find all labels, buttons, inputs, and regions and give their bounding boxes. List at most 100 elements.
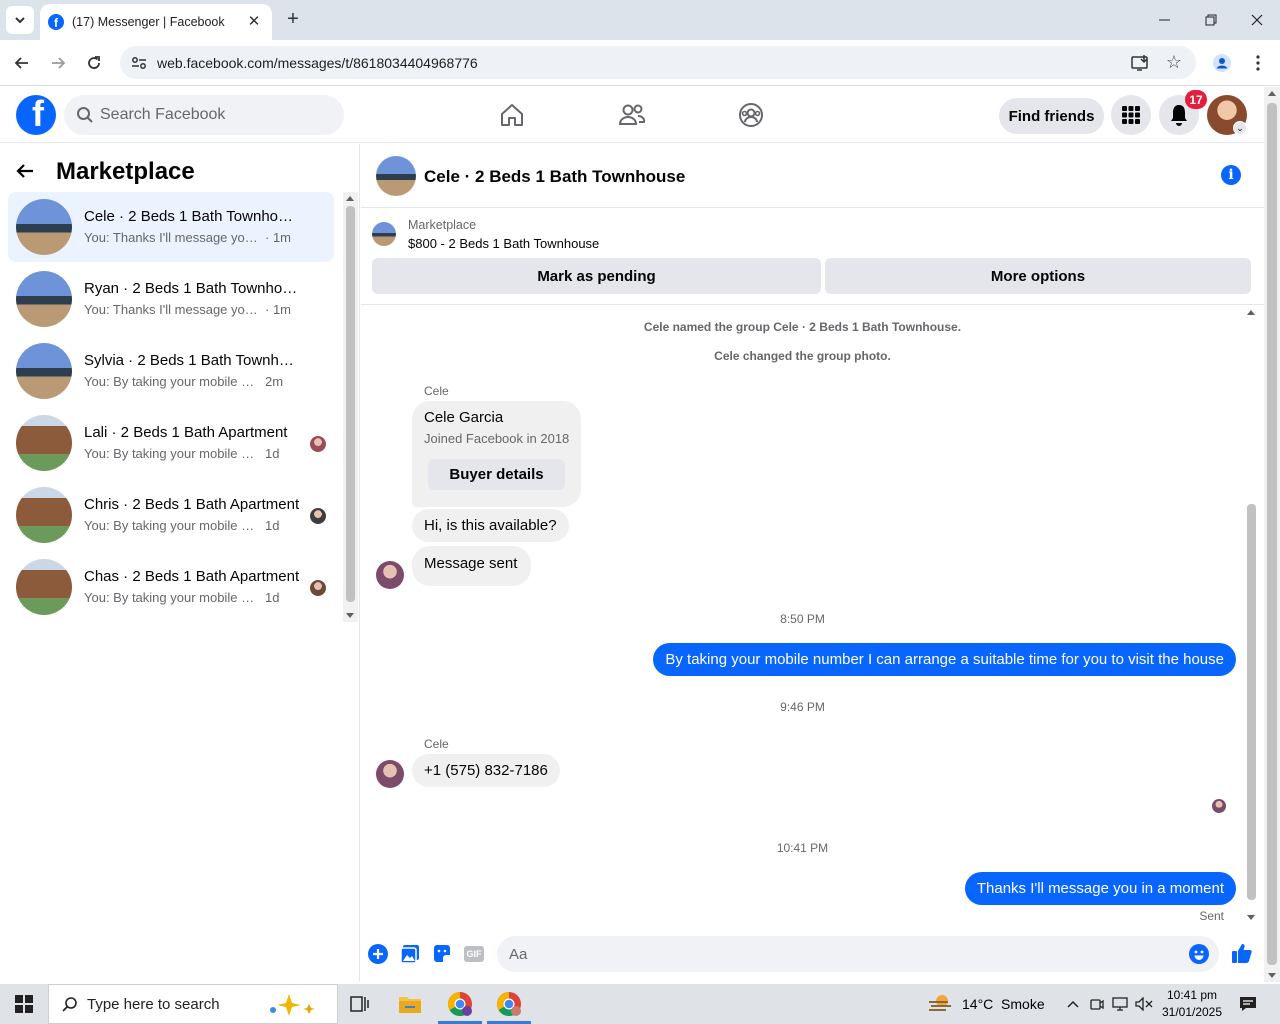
message-input[interactable] (509, 936, 1169, 972)
scroll-up-arrow-icon[interactable] (346, 196, 354, 201)
page-scrollbar[interactable] (1264, 87, 1280, 982)
profile-icon[interactable] (1208, 49, 1236, 77)
forward-arrow-icon[interactable] (44, 49, 72, 77)
friends-icon[interactable] (616, 99, 648, 131)
sender-avatar[interactable] (376, 760, 404, 788)
scroll-up-arrow-icon[interactable] (1268, 91, 1276, 96)
facebook-search[interactable] (64, 95, 344, 135)
conversation-item[interactable]: Ryan · 2 Beds 1 Bath Townhouse You: Thank… (8, 264, 334, 334)
browser-menu-icon[interactable] (1244, 49, 1272, 77)
network-icon[interactable] (1110, 984, 1130, 1024)
plus-circle-icon[interactable] (368, 944, 388, 964)
outgoing-message[interactable]: Thanks I'll message you in a moment (964, 872, 1236, 905)
find-friends-button[interactable]: Find friends (999, 98, 1104, 134)
scroll-down-arrow-icon[interactable] (1268, 973, 1276, 978)
incoming-message[interactable]: Hi, is this available? (412, 509, 569, 542)
conversation-item[interactable]: Cele · 2 Beds 1 Bath Townhouse You: Thank… (8, 192, 334, 262)
reload-icon[interactable] (80, 49, 108, 77)
chat-title[interactable]: Cele · 2 Beds 1 Bath Townhouse (424, 167, 685, 187)
timestamp: 9:46 PM (780, 700, 825, 714)
chrome-profile-2-icon[interactable] (485, 984, 533, 1024)
photo-attach-icon[interactable] (400, 944, 420, 964)
account-chevron-down-icon[interactable]: ⌄ (1233, 121, 1247, 135)
message-input-container (497, 936, 1219, 972)
taskbar-search[interactable] (48, 984, 338, 1024)
address-bar[interactable]: web.facebook.com/messages/t/861803440496… (120, 46, 1196, 79)
browser-tab-messenger[interactable]: f (17) Messenger | Facebook ✕ (40, 4, 272, 40)
conversation-time: 1d (265, 590, 280, 605)
listing-thumbnail[interactable] (372, 222, 396, 246)
gif-icon[interactable]: GIF (464, 944, 484, 964)
home-icon[interactable] (496, 99, 528, 131)
close-tab-icon[interactable]: ✕ (246, 14, 262, 30)
search-highlight-sparkle-icon (265, 992, 325, 1018)
weather-text: 14°C Smoke (962, 996, 1045, 1012)
close-window-icon[interactable] (1234, 0, 1280, 40)
scroll-down-arrow-icon[interactable] (1247, 915, 1255, 920)
conversation-snippet: You: Thanks I'll message you in a moment (84, 230, 259, 245)
mark-as-pending-button[interactable]: Mark as pending (372, 258, 821, 294)
timestamp: 10:41 PM (776, 841, 829, 855)
conversation-snippet: You: Thanks I'll message you in a moment (84, 302, 259, 317)
sender-name: Cele (424, 737, 449, 751)
windows-start-icon[interactable] (0, 984, 48, 1024)
outgoing-message[interactable]: By taking your mobile number I can arran… (653, 643, 1236, 676)
incoming-message[interactable]: Message sent (412, 546, 532, 586)
notification-count-badge: 17 (1185, 90, 1207, 109)
site-info-icon[interactable] (130, 54, 148, 72)
scroll-down-arrow-icon[interactable] (346, 613, 354, 618)
conversation-item[interactable]: Sylvia · 2 Beds 1 Bath Townhouse You: By … (8, 336, 334, 406)
message-thread-scrollbar[interactable] (1244, 306, 1259, 924)
chrome-profile-1-icon[interactable] (436, 984, 484, 1024)
sender-avatar[interactable] (376, 561, 404, 589)
thumbs-up-like-icon[interactable] (1231, 942, 1253, 964)
sticker-icon[interactable] (432, 944, 452, 964)
buyer-details-button[interactable]: Buyer details (428, 459, 565, 490)
bookmark-star-icon[interactable]: ☆ (1166, 52, 1182, 73)
back-arrow-icon[interactable] (8, 49, 36, 77)
scrollbar-thumb[interactable] (1247, 504, 1256, 900)
emoji-icon[interactable] (1189, 944, 1209, 964)
info-icon[interactable]: i (1221, 165, 1241, 185)
menu-grid-icon[interactable] (1111, 95, 1151, 135)
facebook-search-input[interactable] (100, 95, 330, 135)
group-photo-avatar[interactable] (376, 156, 416, 196)
volume-muted-icon[interactable] (1134, 984, 1154, 1024)
show-hidden-icons-chevron-up-icon[interactable] (1062, 984, 1084, 1024)
scroll-up-arrow-icon[interactable] (1247, 310, 1255, 315)
panel-title: Marketplace (56, 158, 195, 185)
notification-center-icon[interactable] (1234, 984, 1262, 1024)
meet-now-icon[interactable] (1088, 984, 1106, 1024)
search-icon (76, 106, 94, 124)
more-options-button[interactable]: More options (825, 258, 1251, 294)
task-view-icon[interactable] (336, 984, 384, 1024)
read-receipt-avatar (310, 436, 326, 452)
marketplace-listing-banner: Marketplace $800 - 2 Beds 1 Bath Townhou… (361, 209, 1264, 305)
taskbar-search-input[interactable] (87, 985, 277, 1023)
conversation-list-scrollbar[interactable] (343, 192, 358, 622)
conversation-snippet-row: You: By taking your mobile number I can … (84, 446, 279, 461)
conversation-list-panel: Marketplace Cele · 2 Beds 1 Bath Townhou… (0, 144, 360, 982)
back-arrow-icon[interactable] (16, 159, 48, 185)
tab-list-chevron-icon[interactable] (6, 6, 34, 34)
groups-icon[interactable] (735, 99, 767, 131)
incoming-message[interactable]: +1 (575) 832-7186 (412, 754, 560, 787)
minimize-window-icon[interactable] (1142, 0, 1188, 40)
facebook-logo-icon[interactable]: f (16, 95, 56, 135)
install-app-icon[interactable] (1130, 53, 1150, 73)
conversation-item[interactable]: Lali · 2 Beds 1 Bath Apartment You: By ta… (8, 408, 334, 478)
conversation-name: Sylvia · 2 Beds 1 Bath Townhouse (84, 352, 300, 369)
weather-widget[interactable]: 14°C Smoke (928, 984, 1045, 1024)
listing-price-title[interactable]: $800 - 2 Beds 1 Bath Townhouse (408, 236, 599, 251)
restore-window-icon[interactable] (1188, 0, 1234, 40)
new-tab-plus-icon[interactable]: + (282, 8, 304, 30)
message-status: Sent (1199, 909, 1224, 923)
scrollbar-thumb[interactable] (1267, 103, 1277, 965)
conversation-time: · 1m (265, 230, 291, 245)
clock-time: 10:41 pm (1166, 988, 1218, 1002)
file-explorer-icon[interactable] (386, 984, 434, 1024)
conversation-item[interactable]: Chas · 2 Beds 1 Bath Apartment You: By ta… (8, 552, 334, 622)
scrollbar-thumb[interactable] (346, 206, 355, 602)
conversation-item[interactable]: Chris · 2 Beds 1 Bath Apartment You: By t… (8, 480, 334, 550)
system-clock[interactable]: 10:41 pm 31/01/2025 (1160, 987, 1224, 1021)
